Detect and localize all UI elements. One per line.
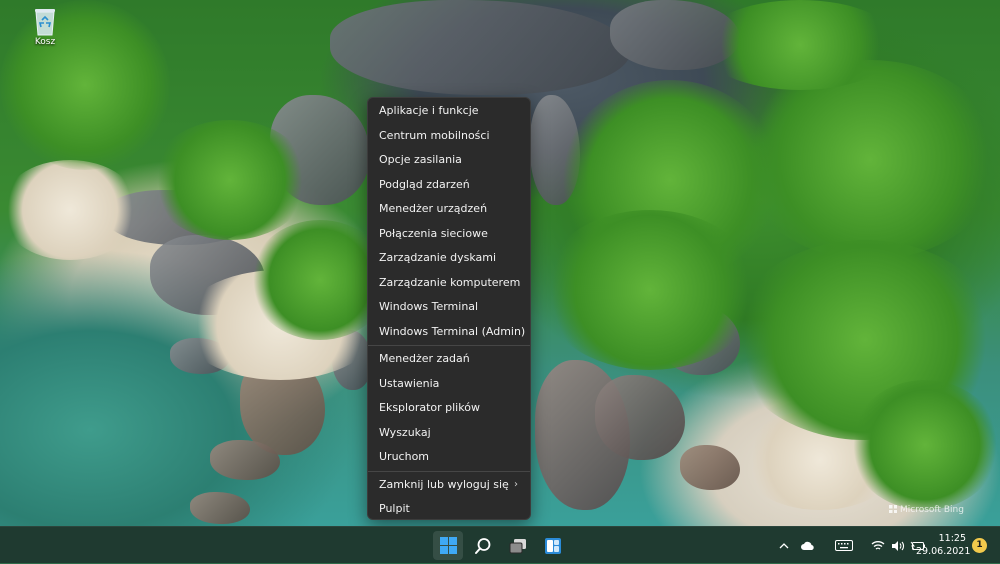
keyboard-icon[interactable] bbox=[834, 536, 854, 556]
menu-item-run[interactable]: Uruchom bbox=[368, 445, 530, 470]
start-context-menu: Aplikacje i funkcje Centrum mobilności O… bbox=[367, 97, 531, 520]
widgets-icon bbox=[545, 537, 561, 554]
search-button[interactable] bbox=[468, 531, 498, 560]
notification-badge[interactable]: 1 bbox=[972, 538, 987, 553]
recycle-bin-shortcut[interactable]: Kosz bbox=[22, 6, 68, 47]
menu-item-network-connections[interactable]: Połączenia sieciowe bbox=[368, 222, 530, 247]
taskbar: 11:25 29.06.2021 1 bbox=[0, 526, 1000, 563]
menu-item-task-manager[interactable]: Menedżer zadań bbox=[368, 347, 530, 372]
windows-logo-icon bbox=[439, 537, 457, 554]
task-view-button[interactable] bbox=[503, 531, 533, 560]
menu-item-apps-features[interactable]: Aplikacje i funkcje bbox=[368, 99, 530, 124]
menu-item-search[interactable]: Wyszukaj bbox=[368, 421, 530, 446]
widgets-button[interactable] bbox=[538, 531, 568, 560]
clock[interactable]: 11:25 29.06.2021 bbox=[916, 532, 971, 558]
clock-time: 11:25 bbox=[938, 533, 966, 544]
start-button[interactable] bbox=[433, 531, 463, 560]
wifi-icon[interactable] bbox=[868, 536, 888, 556]
onedrive-cloud-icon[interactable] bbox=[798, 536, 818, 556]
menu-item-computer-management[interactable]: Zarządzanie komputerem bbox=[368, 271, 530, 296]
recycle-bin-label: Kosz bbox=[34, 37, 56, 47]
menu-separator bbox=[368, 470, 530, 472]
system-tray bbox=[774, 527, 928, 564]
menu-item-desktop[interactable]: Pulpit bbox=[368, 497, 530, 522]
search-icon bbox=[475, 537, 491, 554]
menu-item-device-manager[interactable]: Menedżer urządzeń bbox=[368, 197, 530, 222]
volume-icon[interactable] bbox=[888, 536, 908, 556]
menu-separator bbox=[368, 345, 530, 346]
menu-item-file-explorer[interactable]: Eksplorator plików bbox=[368, 396, 530, 421]
menu-item-settings[interactable]: Ustawienia bbox=[368, 372, 530, 397]
recycle-bin-icon bbox=[31, 6, 59, 36]
chevron-right-icon: › bbox=[514, 478, 518, 490]
menu-item-mobility-center[interactable]: Centrum mobilności bbox=[368, 124, 530, 149]
microsoft-logo-icon bbox=[889, 505, 897, 513]
bing-watermark: Microsoft Bing bbox=[889, 505, 964, 515]
chevron-up-icon[interactable] bbox=[774, 536, 794, 556]
menu-item-windows-terminal-admin[interactable]: Windows Terminal (Admin) bbox=[368, 320, 530, 345]
menu-item-shutdown-signout[interactable]: Zamknij lub wyloguj się › bbox=[368, 473, 530, 498]
menu-item-disk-management[interactable]: Zarządzanie dyskami bbox=[368, 246, 530, 271]
menu-item-power-options[interactable]: Opcje zasilania bbox=[368, 148, 530, 173]
task-view-icon bbox=[509, 538, 526, 553]
menu-item-event-viewer[interactable]: Podgląd zdarzeń bbox=[368, 173, 530, 198]
watermark-text: Microsoft Bing bbox=[900, 505, 964, 515]
menu-item-windows-terminal[interactable]: Windows Terminal bbox=[368, 295, 530, 320]
menu-item-shutdown-label: Zamknij lub wyloguj się bbox=[379, 477, 509, 491]
clock-date: 29.06.2021 bbox=[916, 546, 971, 557]
